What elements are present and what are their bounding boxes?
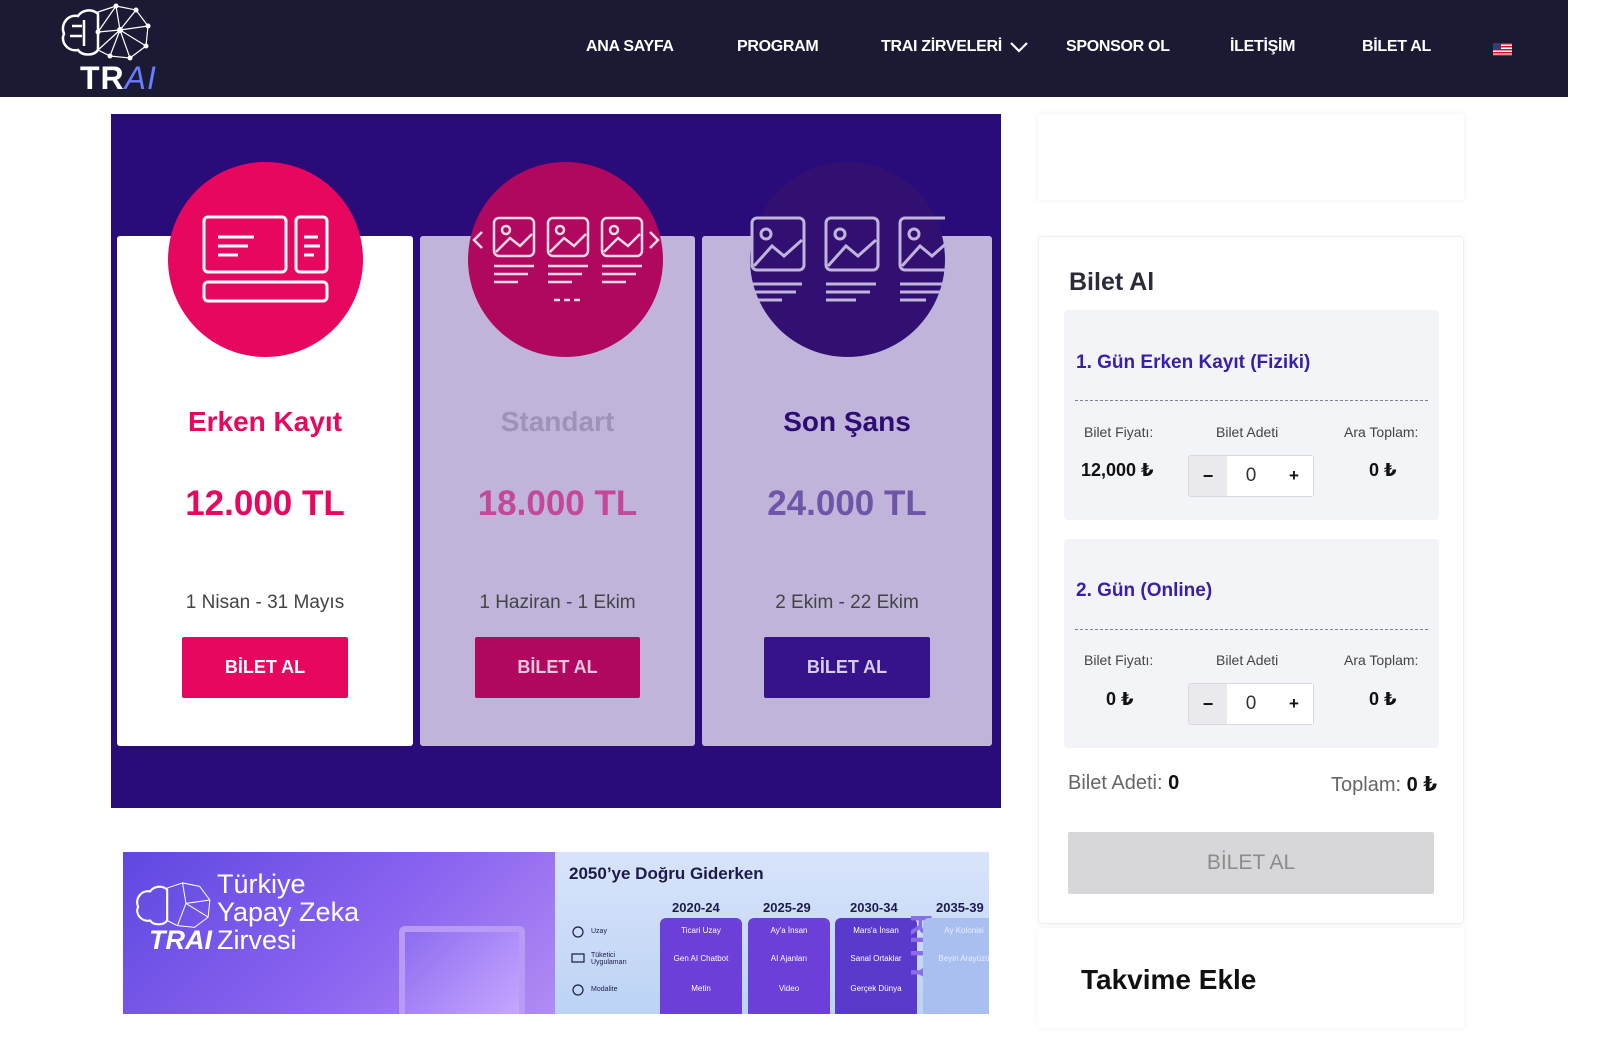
decrement-button[interactable]: − bbox=[1189, 684, 1227, 724]
us-flag-icon[interactable] bbox=[1493, 43, 1512, 56]
timeline-cell: Ay Kolonisi bbox=[944, 926, 984, 935]
brain-network-icon bbox=[61, 3, 151, 61]
image-gallery-icon bbox=[750, 162, 945, 357]
timeline-column: Ay'a İnsan AI Ajanları Video bbox=[748, 918, 830, 1014]
buy-erken-kayit-button[interactable]: BİLET AL bbox=[182, 637, 348, 698]
nav-ana-sayfa[interactable]: ANA SAYFA bbox=[586, 38, 674, 56]
qty-label: Bilet Adeti bbox=[1216, 424, 1279, 440]
ticket-widget-title: Bilet Al bbox=[1069, 268, 1155, 296]
card-price: 18.000 TL bbox=[477, 484, 638, 523]
nav-bilet-al[interactable]: BİLET AL bbox=[1362, 38, 1431, 56]
card-title: Son Şans bbox=[783, 406, 911, 437]
quantity-stepper: − 0 + bbox=[1188, 455, 1314, 497]
nav-trai-zirveleri[interactable]: TRAI ZİRVELERİ bbox=[881, 38, 1002, 56]
card-title: Erken Kayıt bbox=[187, 406, 343, 437]
timeline-cell: AI Ajanları bbox=[770, 954, 808, 963]
banner-title-line: Yapay Zeka bbox=[217, 897, 360, 927]
banner-left: Türkiye Yapay Zeka Zirvesi TRAI bbox=[123, 852, 555, 1014]
quantity-input[interactable]: 0 bbox=[1227, 456, 1275, 496]
picture-frame-image bbox=[399, 926, 525, 1014]
divider bbox=[1075, 400, 1428, 401]
timeline-cell: Gerçek Dünya bbox=[850, 984, 902, 993]
site-header: TRAI ANA SAYFA PROGRAM TRAI ZİRVELERİ SP… bbox=[0, 0, 1568, 97]
buy-son-sans-button[interactable]: BİLET AL bbox=[764, 637, 930, 698]
divider bbox=[1075, 629, 1428, 630]
nav-sponsor-ol[interactable]: SPONSOR OL bbox=[1066, 38, 1170, 56]
increment-button[interactable]: + bbox=[1275, 684, 1313, 724]
ticket-item-name: 2. Gün (Online) bbox=[1076, 580, 1213, 601]
timeline-column: Ay Kolonisi Beyin Arayüzü bbox=[923, 918, 989, 1014]
timeline-cell: Metin bbox=[691, 984, 711, 993]
ticket-item-day1: 1. Gün Erken Kayıt (Fiziki) Bilet Fiyatı… bbox=[1064, 310, 1439, 520]
ticket-total-value: 0 ₺ bbox=[1406, 774, 1438, 796]
banner-brand: TRAI bbox=[149, 925, 212, 955]
subtotal-label: Ara Toplam: bbox=[1344, 652, 1419, 668]
banner-title-line: Zirvesi bbox=[217, 925, 297, 955]
add-to-calendar-title: Takvime Ekle bbox=[1081, 964, 1257, 995]
ticket-total-summary: Toplam: 0 ₺ bbox=[1331, 772, 1437, 797]
nav-program[interactable]: PROGRAM bbox=[737, 38, 819, 56]
timeline-row-label: Modalite bbox=[591, 986, 618, 993]
buy-tickets-button[interactable]: BİLET AL bbox=[1068, 832, 1434, 894]
ticket-subtotal: 0 ₺ bbox=[1369, 689, 1397, 709]
ticket-count-label: Bilet Adeti: bbox=[1068, 772, 1163, 794]
subtotal-label: Ara Toplam: bbox=[1344, 424, 1419, 440]
timeline-year: 2030-34 bbox=[850, 900, 898, 915]
ticket-subtotal: 0 ₺ bbox=[1369, 460, 1397, 480]
ticket-count-value: 0 bbox=[1168, 772, 1180, 794]
ticket-total-label: Toplam: bbox=[1331, 774, 1402, 796]
image-carousel-icon bbox=[468, 162, 663, 357]
price-label: Bilet Fiyatı: bbox=[1084, 424, 1154, 440]
timeline-row-icons bbox=[571, 926, 585, 996]
timeline-year: 2020-24 bbox=[672, 900, 720, 915]
timeline-cell: Beyin Arayüzü bbox=[938, 954, 989, 963]
ticket-price: 12,000 ₺ bbox=[1081, 460, 1154, 480]
trai-logo[interactable]: TRAI bbox=[58, 2, 157, 96]
ticket-item-name: 1. Gün Erken Kayıt (Fiziki) bbox=[1076, 352, 1311, 373]
buy-standart-button[interactable]: BİLET AL bbox=[475, 637, 640, 698]
ticket-item-day2: 2. Gün (Online) Bilet Fiyatı: Bilet Adet… bbox=[1064, 539, 1439, 748]
timeline-cell: Ticari Uzay bbox=[681, 926, 721, 935]
timeline-row-label: Uzay bbox=[591, 928, 607, 935]
qty-label: Bilet Adeti bbox=[1216, 652, 1279, 668]
quantity-stepper: − 0 + bbox=[1188, 683, 1314, 725]
decrement-button[interactable]: − bbox=[1189, 456, 1227, 496]
ticket-count-summary: Bilet Adeti: 0 bbox=[1068, 772, 1179, 795]
increment-button[interactable]: + bbox=[1275, 456, 1313, 496]
summit-banner[interactable]: Türkiye Yapay Zeka Zirvesi TRAI 2050’ye … bbox=[123, 852, 989, 1014]
nav-iletisim[interactable]: İLETİŞİM bbox=[1230, 38, 1295, 56]
card-dates: 2 Ekim - 22 Ekim bbox=[775, 592, 919, 613]
timeline-year: 2035-39 bbox=[936, 900, 984, 915]
banner-timeline-title: 2050’ye Doğru Giderken bbox=[569, 864, 764, 883]
timeline-cell: Video bbox=[778, 984, 800, 993]
card-price: 12.000 TL bbox=[185, 484, 345, 523]
chevron-down-icon[interactable] bbox=[1009, 40, 1029, 54]
ticket-price: 0 ₺ bbox=[1106, 689, 1134, 709]
quantity-input[interactable]: 0 bbox=[1227, 684, 1275, 724]
logo-wordmark: TRAI bbox=[80, 60, 157, 96]
price-label: Bilet Fiyatı: bbox=[1084, 652, 1154, 668]
card-price: 24.000 TL bbox=[767, 484, 927, 523]
timeline-row-label: Tüketici Uygulamarı bbox=[591, 952, 627, 966]
banner-title-line: Türkiye bbox=[217, 869, 306, 899]
sidebar-empty-box bbox=[1038, 114, 1464, 200]
timeline-year: 2025-29 bbox=[763, 900, 811, 915]
desktop-layout-icon bbox=[168, 162, 363, 357]
card-title: Standart bbox=[500, 406, 615, 437]
card-dates: 1 Haziran - 1 Ekim bbox=[479, 592, 636, 613]
timeline-column: Ticari Uzay Gen AI Chatbot Metin bbox=[660, 918, 742, 1014]
timeline-cell: Ay'a İnsan bbox=[770, 926, 808, 935]
timeline-cell: Gen AI Chatbot bbox=[673, 954, 729, 963]
card-dates: 1 Nisan - 31 Mayıs bbox=[185, 592, 345, 613]
